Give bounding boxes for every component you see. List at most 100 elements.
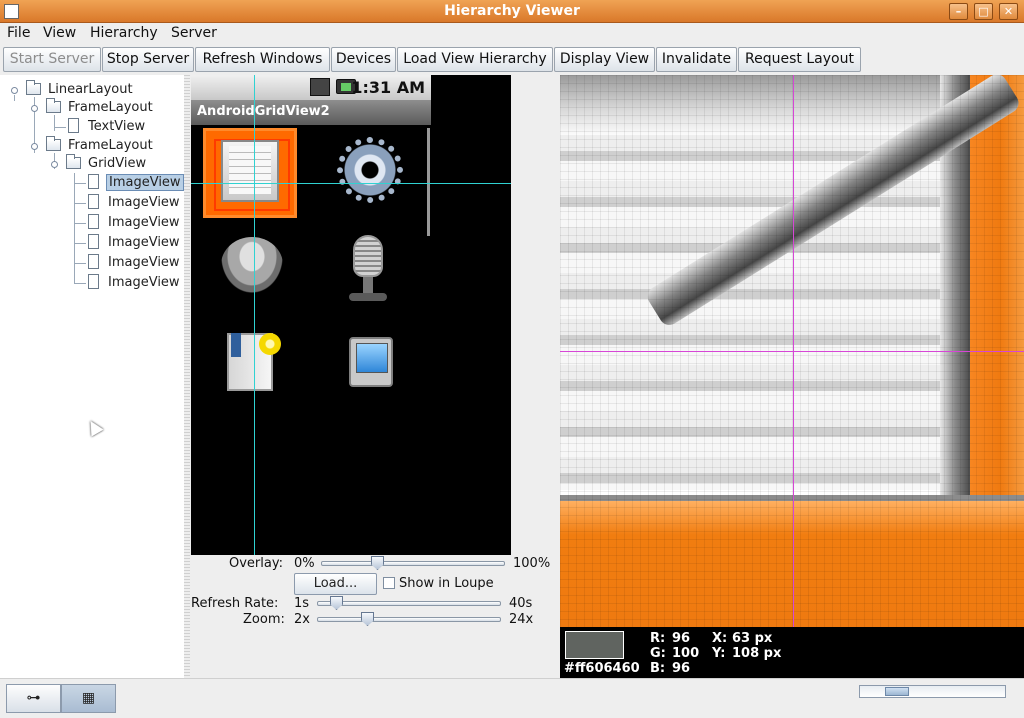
tablet-icon (349, 337, 393, 387)
horizontal-scrollbar-thumb[interactable] (885, 687, 909, 696)
zoom-label: Zoom: (243, 612, 285, 627)
tree-node-label: FrameLayout (68, 138, 153, 153)
pixel-hex-value: #ff606460 (564, 661, 640, 676)
pixel-x-label: X: (712, 631, 728, 646)
folder-icon (66, 154, 81, 169)
load-overlay-button[interactable]: Load... (294, 573, 377, 595)
horizontal-scrollbar[interactable] (859, 685, 1006, 698)
view-hierarchy-tree: LinearLayout FrameLayout TextView FrameL… (0, 75, 185, 678)
app-title-bar: AndroidGridView2 (191, 100, 431, 125)
pixel-g-label: G: (650, 646, 666, 661)
tree-line (74, 283, 86, 284)
expand-toggle-icon[interactable] (11, 87, 18, 94)
pixel-info-panel: #ff606460 R: 96 G: 100 B: 96 X: 63 px Y:… (560, 627, 1024, 678)
tree-node-label: ImageView (108, 195, 180, 210)
expand-toggle-icon[interactable] (31, 105, 38, 112)
load-view-hierarchy-button[interactable]: Load View Hierarchy (397, 47, 553, 72)
tree-line (74, 203, 86, 204)
tree-line (74, 243, 86, 244)
zoom-slider[interactable] (317, 617, 501, 622)
pixel-perfect-mode-button[interactable]: ▦ (61, 684, 116, 713)
menu-server[interactable]: Server (171, 25, 217, 41)
overlay-slider-thumb[interactable] (371, 556, 384, 570)
pixel-perfect-controls: Overlay: 0% 100% Load... Show in Loupe R… (191, 555, 560, 678)
tree-node-label: LinearLayout (48, 82, 133, 97)
overlay-max: 100% (513, 556, 551, 571)
stop-server-button[interactable]: Stop Server (102, 47, 194, 72)
grid-scrollbar[interactable] (427, 128, 430, 236)
refresh-rate-slider-thumb[interactable] (330, 596, 343, 610)
pixel-x-value: 63 px (732, 631, 773, 646)
zoom-max: 24x (509, 612, 534, 627)
show-in-loupe-checkbox[interactable] (383, 577, 395, 589)
toolbar: Start Server Stop Server Refresh Windows… (0, 45, 1024, 74)
document-icon (88, 174, 99, 189)
refresh-rate-label: Refresh Rate: (191, 596, 279, 611)
title-bar: Hierarchy Viewer – □ ✕ (0, 0, 1024, 23)
overlay-min: 0% (294, 556, 315, 571)
pixel-r-value: 96 (672, 631, 691, 646)
request-layout-button[interactable]: Request Layout (738, 47, 861, 72)
zoom-min: 2x (294, 612, 310, 627)
maximize-button[interactable]: □ (974, 3, 993, 20)
microphone-icon (353, 235, 383, 277)
gear-icon (341, 141, 399, 199)
tree-view-icon: ⊶ (26, 690, 41, 706)
tree-node-label: ImageView (108, 255, 180, 270)
tree-node-label: GridView (88, 156, 147, 171)
pixel-b-value: 96 (672, 661, 691, 676)
loupe-zoom-view[interactable] (560, 75, 1024, 627)
start-server-button[interactable]: Start Server (3, 47, 101, 72)
folder-icon (46, 98, 61, 113)
refresh-windows-button[interactable]: Refresh Windows (195, 47, 330, 72)
devices-button[interactable]: Devices (331, 47, 396, 72)
invalidate-button[interactable]: Invalidate (656, 47, 737, 72)
document-icon (88, 274, 99, 289)
tree-line (74, 173, 75, 283)
close-button[interactable]: ✕ (999, 3, 1018, 20)
tree-line (14, 95, 15, 101)
device-screen-preview[interactable]: 1:31 AM AndroidGridView2 (191, 75, 511, 555)
refresh-rate-max: 40s (509, 596, 533, 611)
tree-node-label: ImageView (106, 174, 184, 191)
folder-icon (46, 136, 61, 151)
document-icon (88, 194, 99, 209)
overlay-label: Overlay: (229, 556, 283, 571)
tree-node-label: ImageView (108, 235, 180, 250)
document-icon (88, 234, 99, 249)
document-icon (88, 254, 99, 269)
tree-line (74, 183, 86, 184)
menu-bar: File View Hierarchy Server (0, 23, 1024, 45)
zoom-slider-thumb[interactable] (361, 612, 374, 626)
app-title: AndroidGridView2 (197, 104, 330, 119)
tree-view-mode-button[interactable]: ⊶ (6, 684, 61, 713)
expand-toggle-icon[interactable] (51, 161, 58, 168)
device-clock: 1:31 AM (351, 78, 425, 97)
tree-node-label: FrameLayout (68, 100, 153, 115)
panel-splitter[interactable] (184, 75, 190, 678)
expand-toggle-icon[interactable] (31, 143, 38, 150)
menu-hierarchy[interactable]: Hierarchy (90, 25, 158, 41)
show-in-loupe-label: Show in Loupe (399, 576, 494, 591)
pixel-r-label: R: (650, 631, 666, 646)
display-view-button[interactable]: Display View (554, 47, 655, 72)
speaker-icon (221, 237, 283, 293)
document-icon (88, 214, 99, 229)
crosshair-horizontal (191, 183, 511, 184)
refresh-rate-slider[interactable] (317, 601, 501, 606)
pixel-g-value: 100 (672, 646, 700, 661)
overlay-slider[interactable] (321, 561, 505, 566)
document-icon (68, 118, 79, 133)
loupe-crosshair-horizontal (560, 351, 1024, 352)
hierarchy-viewer-window: Hierarchy Viewer – □ ✕ File View Hierarc… (0, 0, 1024, 718)
tree-line (74, 223, 86, 224)
signal-icon (310, 78, 330, 96)
tree-line (54, 127, 66, 128)
tree-line (74, 263, 86, 264)
minimize-button[interactable]: – (949, 3, 968, 20)
menu-file[interactable]: File (7, 25, 30, 41)
pixel-b-label: B: (650, 661, 666, 676)
menu-view[interactable]: View (43, 25, 76, 41)
folder-icon (26, 80, 41, 95)
device-status-bar: 1:31 AM (191, 75, 431, 100)
